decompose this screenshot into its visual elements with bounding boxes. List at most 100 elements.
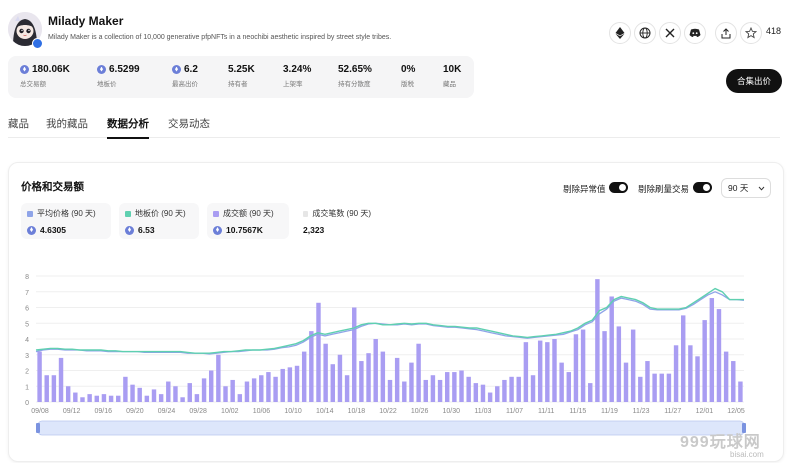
x-tick-label: 12/05: [727, 408, 745, 415]
volume-bar: [680, 315, 686, 402]
volume-bar: [459, 370, 464, 402]
volume-bar: [616, 326, 622, 402]
volume-bar: [173, 386, 178, 402]
x-tick-label: 10/18: [348, 408, 366, 415]
volume-bar: [230, 379, 235, 402]
volume-bar: [688, 345, 693, 402]
volume-bar: [723, 351, 729, 402]
volume-bar: [65, 386, 71, 402]
volume-bar: [509, 376, 514, 402]
volume-bar: [645, 361, 650, 402]
volume-bar: [545, 342, 550, 402]
volume-bar: [673, 345, 679, 402]
volume-bar: [416, 343, 421, 402]
floor-price-line: [35, 287, 744, 354]
x-tick-label: 09/28: [189, 408, 207, 415]
x-tick-label: 10/30: [443, 408, 461, 415]
x-tick-label: 11/15: [569, 408, 586, 415]
volume-bar: [580, 329, 586, 402]
x-tick-label: 11/23: [633, 408, 650, 415]
volume-bar: [623, 362, 629, 402]
volume-bar: [330, 364, 336, 402]
volume-bar: [373, 339, 378, 402]
volume-bar: [180, 397, 185, 402]
y-tick-label: 8: [25, 274, 29, 281]
volume-bar: [430, 375, 436, 402]
volume-bar: [309, 331, 314, 402]
volume-bar: [130, 384, 135, 402]
volume-bar: [116, 395, 121, 402]
x-tick-label: 09/16: [95, 408, 113, 415]
x-tick-label: 11/03: [474, 408, 491, 415]
volume-bar: [266, 372, 271, 402]
x-tick-label: 10/26: [411, 408, 429, 415]
volume-bar: [466, 376, 471, 402]
volume-bar: [101, 394, 107, 402]
volume-bar: [559, 362, 564, 402]
volume-bar: [366, 353, 371, 402]
x-tick-label: 10/02: [221, 408, 239, 415]
volume-bar: [437, 379, 443, 402]
volume-bar: [487, 392, 493, 402]
x-tick-label: 09/08: [31, 408, 49, 415]
x-tick-label: 09/24: [158, 408, 176, 415]
volume-bar: [323, 343, 328, 402]
y-tick-label: 6: [25, 306, 29, 313]
volume-bar: [652, 373, 657, 402]
volume-bar: [301, 351, 307, 402]
y-tick-label: 1: [25, 384, 29, 391]
slider-handle-left[interactable]: [36, 423, 40, 433]
x-tick-label: 09/12: [63, 408, 81, 415]
volume-bar: [216, 354, 221, 402]
volume-bar: [208, 370, 214, 402]
volume-bar: [194, 394, 200, 402]
volume-bar: [73, 392, 78, 402]
volume-bar: [530, 375, 536, 402]
volume-bar: [702, 320, 707, 402]
volume-bar: [244, 381, 250, 402]
volume-bar: [552, 339, 557, 402]
volume-bar: [523, 342, 529, 402]
y-tick-label: 0: [25, 400, 29, 407]
volume-bar: [716, 309, 722, 402]
volume-bar: [352, 307, 357, 402]
volume-bar: [423, 379, 428, 402]
volume-bar: [144, 395, 150, 402]
x-tick-label: 11/27: [664, 408, 681, 415]
volume-bar: [480, 384, 486, 402]
volume-bar: [259, 375, 264, 402]
volume-bar: [316, 302, 321, 402]
range-slider[interactable]: [37, 420, 745, 436]
volume-bar: [602, 331, 607, 402]
volume-bar: [51, 375, 57, 402]
volume-bar: [452, 372, 457, 402]
volume-bar: [380, 351, 386, 402]
volume-bar: [502, 379, 507, 402]
volume-bar: [166, 381, 171, 402]
volume-bar: [158, 394, 164, 402]
watermark-logo: 999玩球网: [680, 434, 761, 451]
volume-bar: [344, 375, 350, 402]
y-tick-label: 5: [25, 321, 29, 328]
volume-bar: [387, 379, 393, 402]
watermark-domain: bisai.com: [730, 450, 764, 459]
x-tick-label: 10/22: [379, 408, 397, 415]
volume-bar: [731, 361, 736, 402]
volume-bar: [94, 395, 100, 402]
volume-bar: [709, 298, 715, 402]
volume-bar: [473, 383, 479, 402]
y-tick-label: 4: [25, 337, 29, 344]
y-tick-label: 7: [25, 290, 29, 297]
volume-bar: [516, 376, 521, 402]
volume-bar: [537, 340, 543, 402]
volume-bar: [638, 376, 643, 402]
volume-bar: [187, 383, 192, 402]
volume-bar: [108, 395, 114, 402]
x-tick-label: 11/11: [538, 408, 555, 415]
volume-bar: [337, 354, 343, 402]
volume-bar: [495, 386, 500, 402]
volume-bar: [409, 362, 414, 402]
volume-bar: [37, 351, 42, 402]
volume-bar: [402, 381, 407, 402]
x-tick-label: 10/10: [284, 408, 302, 415]
